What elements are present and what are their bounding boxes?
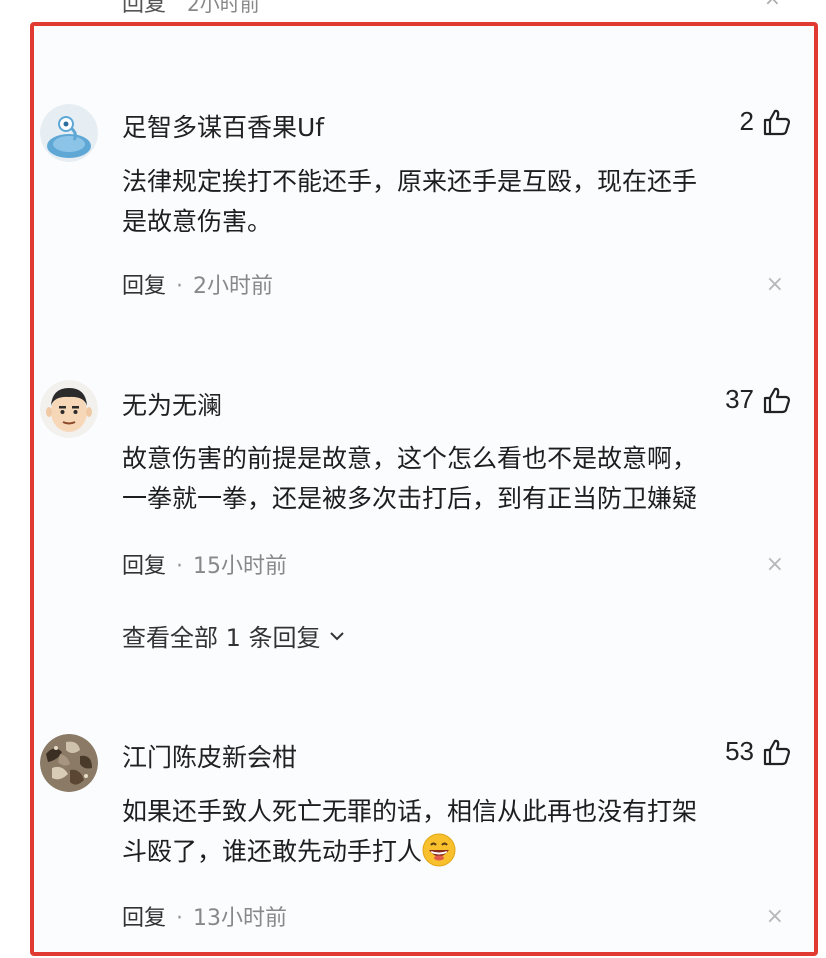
comment-meta: 回复 · 15小时前	[122, 548, 287, 580]
like-button[interactable]: 53	[725, 736, 792, 767]
comment-text-line: 法律规定挨打不能还手，原来还手是互殴，现在还手	[122, 167, 698, 196]
close-icon[interactable]: ×	[766, 274, 784, 296]
comment-meta: 回复 · 13小时前	[122, 900, 287, 932]
comment-text-line: 是故意伤害。	[122, 207, 273, 236]
thumbs-up-icon[interactable]	[762, 385, 792, 415]
view-all-replies-button[interactable]: 查看全部 1 条回复	[122, 618, 347, 653]
thumbs-up-icon[interactable]	[762, 107, 792, 137]
comment-content: 如果还手致人死亡无罪的话，相信从此再也没有打架 斗殴了，谁还敢先动手打人	[122, 792, 782, 872]
comment-content: 故意伤害的前提是故意，这个怎么看也不是故意啊， 一拳就一拳，还是被多次击打后，到…	[122, 439, 782, 519]
comment-time: 15小时前	[193, 554, 288, 579]
separator-dot: ·	[176, 906, 184, 931]
like-button[interactable]: 37	[725, 384, 792, 415]
comment-meta: 回复 · 2小时前	[122, 268, 273, 300]
grinning-face-emoji-icon	[422, 833, 456, 867]
close-icon[interactable]: ×	[764, 0, 781, 10]
reply-button[interactable]: 回复	[122, 554, 166, 579]
comment-username[interactable]: 江门陈皮新会柑	[122, 738, 297, 774]
highlighted-comments-frame: 足智多谋百香果Uf 2 法律规定挨打不能还手，原来还手是互殴，现在还手 是故意伤…	[30, 22, 818, 956]
close-icon[interactable]: ×	[766, 554, 784, 576]
comment-time: 2小时前	[187, 0, 260, 16]
comment-text-line: 斗殴了，谁还敢先动手打人	[122, 837, 423, 866]
close-icon[interactable]: ×	[766, 906, 784, 928]
previous-comment-meta: 回复 2小时前 ×	[122, 0, 822, 17]
comment-time: 13小时前	[193, 906, 288, 931]
reply-button[interactable]: 回复	[122, 906, 166, 931]
comment-time: 2小时前	[193, 274, 274, 299]
chevron-down-icon	[329, 631, 344, 640]
comment-username[interactable]: 无为无澜	[122, 386, 222, 422]
reply-button[interactable]: 回复	[122, 0, 166, 17]
blue-cartoon-avatar-icon[interactable]	[40, 104, 98, 162]
comment-content: 法律规定挨打不能还手，原来还手是互殴，现在还手 是故意伤害。	[122, 162, 782, 242]
reply-button[interactable]: 回复	[122, 274, 166, 299]
like-count: 53	[725, 736, 754, 766]
separator-dot: ·	[176, 554, 184, 579]
like-button[interactable]: 2	[740, 106, 792, 137]
cartoon-man-avatar-icon[interactable]	[40, 380, 98, 438]
view-all-replies-label: 查看全部 1 条回复	[122, 624, 321, 652]
thumbs-up-icon[interactable]	[762, 737, 792, 767]
comment-text-line-with-emoji: 斗殴了，谁还敢先动手打人	[122, 832, 782, 872]
separator-dot: ·	[176, 274, 184, 299]
dried-peel-avatar-icon[interactable]	[40, 734, 98, 792]
comment-username[interactable]: 足智多谋百香果Uf	[122, 108, 324, 144]
like-count: 2	[739, 106, 754, 136]
comment-text-line: 故意伤害的前提是故意，这个怎么看也不是故意啊，	[122, 444, 698, 473]
comment-text-line: 一拳就一拳，还是被多次击打后，到有正当防卫嫌疑	[122, 484, 698, 513]
like-count: 37	[725, 384, 754, 414]
comment-text-line: 如果还手致人死亡无罪的话，相信从此再也没有打架	[122, 797, 698, 826]
